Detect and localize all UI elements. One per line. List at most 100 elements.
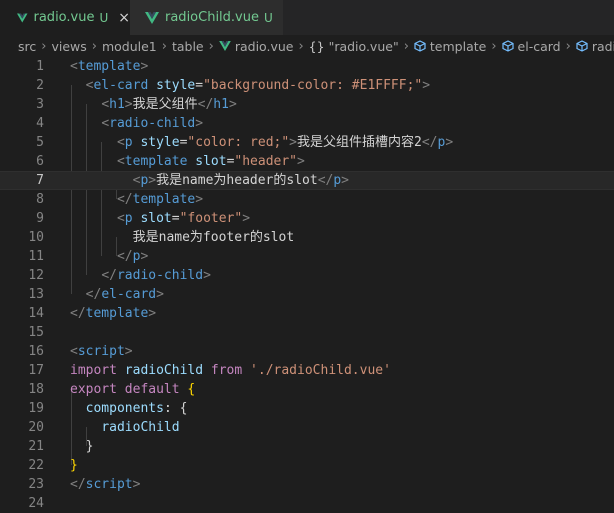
code-token: p: [124, 135, 133, 150]
tab-radio-vue[interactable]: radio.vue U ×: [0, 0, 130, 35]
code-line: 11 </p>: [0, 247, 614, 266]
code-token: 我是name为footer的slot: [132, 230, 295, 245]
line-number: 12: [28, 268, 44, 283]
code-token: 我是父组件插槽内容2: [297, 135, 422, 150]
code-line: 21 }: [0, 437, 614, 456]
breadcrumb-template[interactable]: template: [414, 39, 486, 54]
line-number: 7: [36, 173, 44, 188]
untracked-status-badge: U: [263, 10, 273, 25]
chevron-right-icon: ›: [208, 38, 214, 54]
code-line: 22 }: [0, 456, 614, 475]
breadcrumb-src[interactable]: src: [18, 39, 36, 54]
chevron-right-icon: ›: [161, 38, 167, 54]
code-line: 23 </script>: [0, 475, 614, 494]
line-number: 18: [28, 382, 44, 397]
code-token: slot: [140, 211, 172, 226]
code-token: script: [85, 477, 133, 492]
code-line: 6 <template slot="header">: [0, 152, 614, 171]
code-token: "header": [234, 154, 298, 169]
tab-label: radioChild.vue: [165, 10, 259, 25]
code-token: default: [124, 382, 180, 397]
breadcrumb-file[interactable]: radio.vue: [219, 38, 294, 54]
code-token: h1: [109, 97, 125, 112]
code-token: p: [124, 211, 133, 226]
code-line: 24: [0, 494, 614, 513]
code-line: 12 </radio-child>: [0, 266, 614, 285]
close-icon[interactable]: ×: [118, 11, 130, 25]
chevron-right-icon: ›: [298, 38, 304, 54]
tab-radiochild-vue[interactable]: radioChild.vue U: [130, 0, 283, 35]
symbol-cube-icon: [414, 40, 426, 52]
code-token: 我是name为header的slot: [156, 173, 318, 188]
code-line: 13 </el-card>: [0, 285, 614, 304]
code-line: 15: [0, 323, 614, 342]
line-number: 10: [28, 230, 44, 245]
code-editor[interactable]: 1 <template> 2 <el-card style="backgroun…: [0, 57, 614, 513]
line-number: 14: [28, 306, 44, 321]
code-token: 我是父组件: [132, 97, 198, 112]
chevron-right-icon: ›: [41, 38, 47, 54]
line-number: 15: [28, 325, 44, 340]
chevron-right-icon: ›: [403, 38, 409, 54]
code-token: style: [140, 135, 180, 150]
line-number: 6: [36, 154, 44, 169]
breadcrumb-radio-child[interactable]: radio-c: [576, 39, 614, 54]
code-line: 10 我是name为footer的slot: [0, 228, 614, 247]
code-line-current: 7 <p>我是name为header的slot</p>: [0, 171, 614, 190]
code-token: "background-color: #E1FFFF;": [203, 78, 423, 93]
line-number: 11: [28, 249, 44, 264]
breadcrumb-el-card-label: el-card: [517, 38, 561, 54]
line-number: 8: [36, 192, 44, 207]
code-token: "footer": [179, 211, 243, 226]
code-token: script: [77, 344, 125, 359]
code-token: el-card: [93, 78, 149, 93]
code-line: 3 <h1>我是父组件</h1>: [0, 95, 614, 114]
code-token: p: [333, 173, 342, 188]
code-token: template: [132, 192, 196, 207]
code-line: 8 </template>: [0, 190, 614, 209]
chevron-right-icon: ›: [491, 38, 497, 54]
breadcrumb-views[interactable]: views: [51, 39, 86, 54]
tab-label: radio.vue: [33, 10, 95, 25]
code-token: template: [124, 154, 188, 169]
code-token: radio-child: [109, 116, 196, 131]
code-line: 19 components: {: [0, 399, 614, 418]
code-token: slot: [195, 154, 227, 169]
line-number: 16: [28, 344, 44, 359]
line-number: 3: [36, 97, 44, 112]
code-token: style: [156, 78, 196, 93]
breadcrumb-table[interactable]: table: [172, 39, 204, 54]
breadcrumb-el-card[interactable]: el-card: [501, 38, 561, 54]
line-number: 5: [36, 135, 44, 150]
code-token: "color: red;": [187, 135, 290, 150]
code-line: 14 </template>: [0, 304, 614, 323]
vue-file-icon: [219, 41, 231, 51]
vue-file-icon: [145, 11, 159, 24]
breadcrumb-file-label: radio.vue: [234, 38, 294, 54]
code-token: template: [85, 306, 149, 321]
code-token: components: [85, 401, 164, 416]
code-token: {: [187, 382, 196, 397]
line-number: 24: [28, 496, 44, 511]
breadcrumb-radio-child-label: radio-c: [591, 38, 614, 54]
code-token: }: [85, 439, 94, 454]
editor-tab-bar: radio.vue U × radioChild.vue U: [0, 0, 614, 35]
code-line: 4 <radio-child>: [0, 114, 614, 133]
line-number: 9: [36, 211, 44, 226]
code-line: 2 <el-card style="background-color: #E1F…: [0, 76, 614, 95]
code-token: h1: [213, 97, 229, 112]
code-token: from: [210, 363, 243, 378]
breadcrumb-module-symbol[interactable]: {} "radio.vue": [309, 39, 399, 54]
code-token: './radioChild.vue': [250, 363, 391, 378]
code-token: radio-child: [116, 268, 204, 283]
symbol-cube-icon: [576, 40, 588, 52]
symbol-cube-icon: [501, 40, 514, 52]
breadcrumb-module1[interactable]: module1: [102, 39, 157, 54]
code-token: radioChild: [101, 420, 180, 435]
chevron-right-icon: ›: [565, 38, 571, 54]
code-token: radioChild: [124, 363, 204, 378]
chevron-right-icon: ›: [91, 38, 97, 54]
untracked-status-badge: U: [99, 10, 109, 25]
code-token: el-card: [101, 287, 157, 302]
vue-file-icon: [17, 13, 28, 22]
